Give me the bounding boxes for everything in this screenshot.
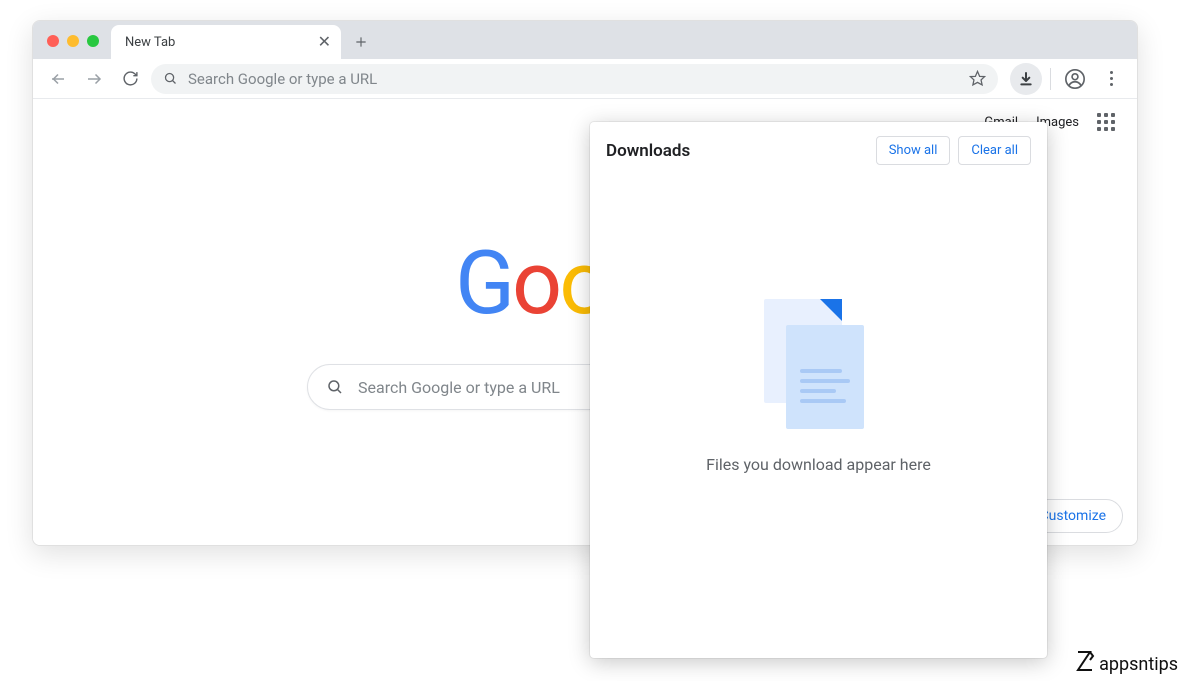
- tab-title: New Tab: [125, 35, 175, 50]
- tab-strip: New Tab ✕: [33, 21, 1137, 59]
- plus-icon: [354, 35, 368, 49]
- back-button[interactable]: [43, 64, 73, 94]
- menu-button[interactable]: [1095, 63, 1127, 95]
- apps-grid-icon[interactable]: [1097, 113, 1115, 131]
- downloads-header: Downloads Show all Clear all: [590, 122, 1047, 175]
- downloads-popup: Downloads Show all Clear all Files you d…: [590, 122, 1047, 658]
- address-bar[interactable]: Search Google or type a URL: [151, 64, 998, 94]
- downloads-body: Files you download appear here: [590, 175, 1047, 658]
- downloads-empty-text: Files you download appear here: [706, 455, 931, 474]
- reload-button[interactable]: [115, 64, 145, 94]
- watermark: appsntips: [1075, 649, 1178, 675]
- close-window-button[interactable]: [47, 35, 59, 47]
- close-tab-icon[interactable]: ✕: [318, 34, 331, 50]
- arrow-left-icon: [49, 70, 67, 88]
- show-all-button[interactable]: Show all: [876, 136, 951, 165]
- forward-button[interactable]: [79, 64, 109, 94]
- toolbar: Search Google or type a URL: [33, 59, 1137, 99]
- clear-all-button[interactable]: Clear all: [958, 136, 1031, 165]
- customize-label: Customize: [1040, 508, 1106, 524]
- empty-documents-icon: [764, 299, 874, 429]
- search-icon: [163, 71, 178, 86]
- separator: [1050, 68, 1051, 90]
- downloads-title: Downloads: [606, 141, 868, 161]
- search-placeholder: Search Google or type a URL: [358, 378, 560, 397]
- bookmark-star-icon[interactable]: [969, 70, 986, 87]
- maximize-window-button[interactable]: [87, 35, 99, 47]
- new-tab-button[interactable]: [347, 28, 375, 56]
- profile-button[interactable]: [1059, 63, 1091, 95]
- window-controls: [47, 35, 99, 47]
- watermark-text: appsntips: [1099, 654, 1178, 675]
- reload-icon: [122, 70, 139, 87]
- search-icon: [326, 378, 344, 396]
- user-icon: [1064, 68, 1086, 90]
- browser-tab[interactable]: New Tab ✕: [111, 25, 341, 59]
- downloads-button[interactable]: [1010, 63, 1042, 95]
- address-bar-placeholder: Search Google or type a URL: [188, 70, 959, 88]
- minimize-window-button[interactable]: [67, 35, 79, 47]
- download-arrow-icon: [1018, 71, 1034, 87]
- toolbar-right: [1010, 63, 1127, 95]
- kebab-icon: [1110, 71, 1113, 86]
- watermark-icon: [1075, 649, 1095, 673]
- arrow-right-icon: [85, 70, 103, 88]
